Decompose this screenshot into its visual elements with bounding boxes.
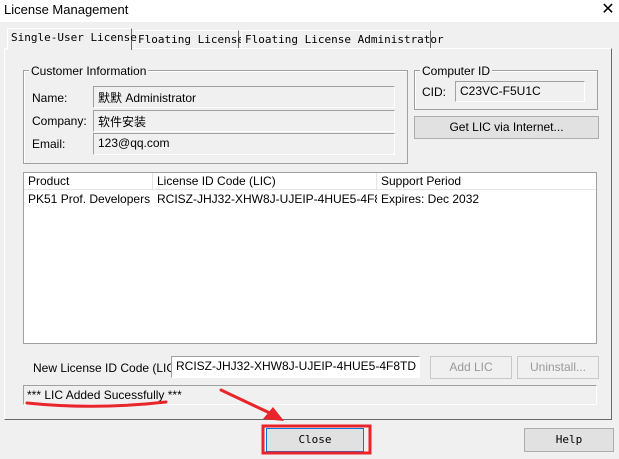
annotation-overlay — [25, 388, 372, 455]
annotation-arrow-shaft — [219, 388, 276, 417]
status-underline-mark — [25, 400, 168, 408]
close-button-highlight — [261, 424, 372, 455]
tab-single-user-license[interactable]: Single-User License — [7, 28, 137, 50]
annotation-arrow-head — [263, 407, 284, 421]
